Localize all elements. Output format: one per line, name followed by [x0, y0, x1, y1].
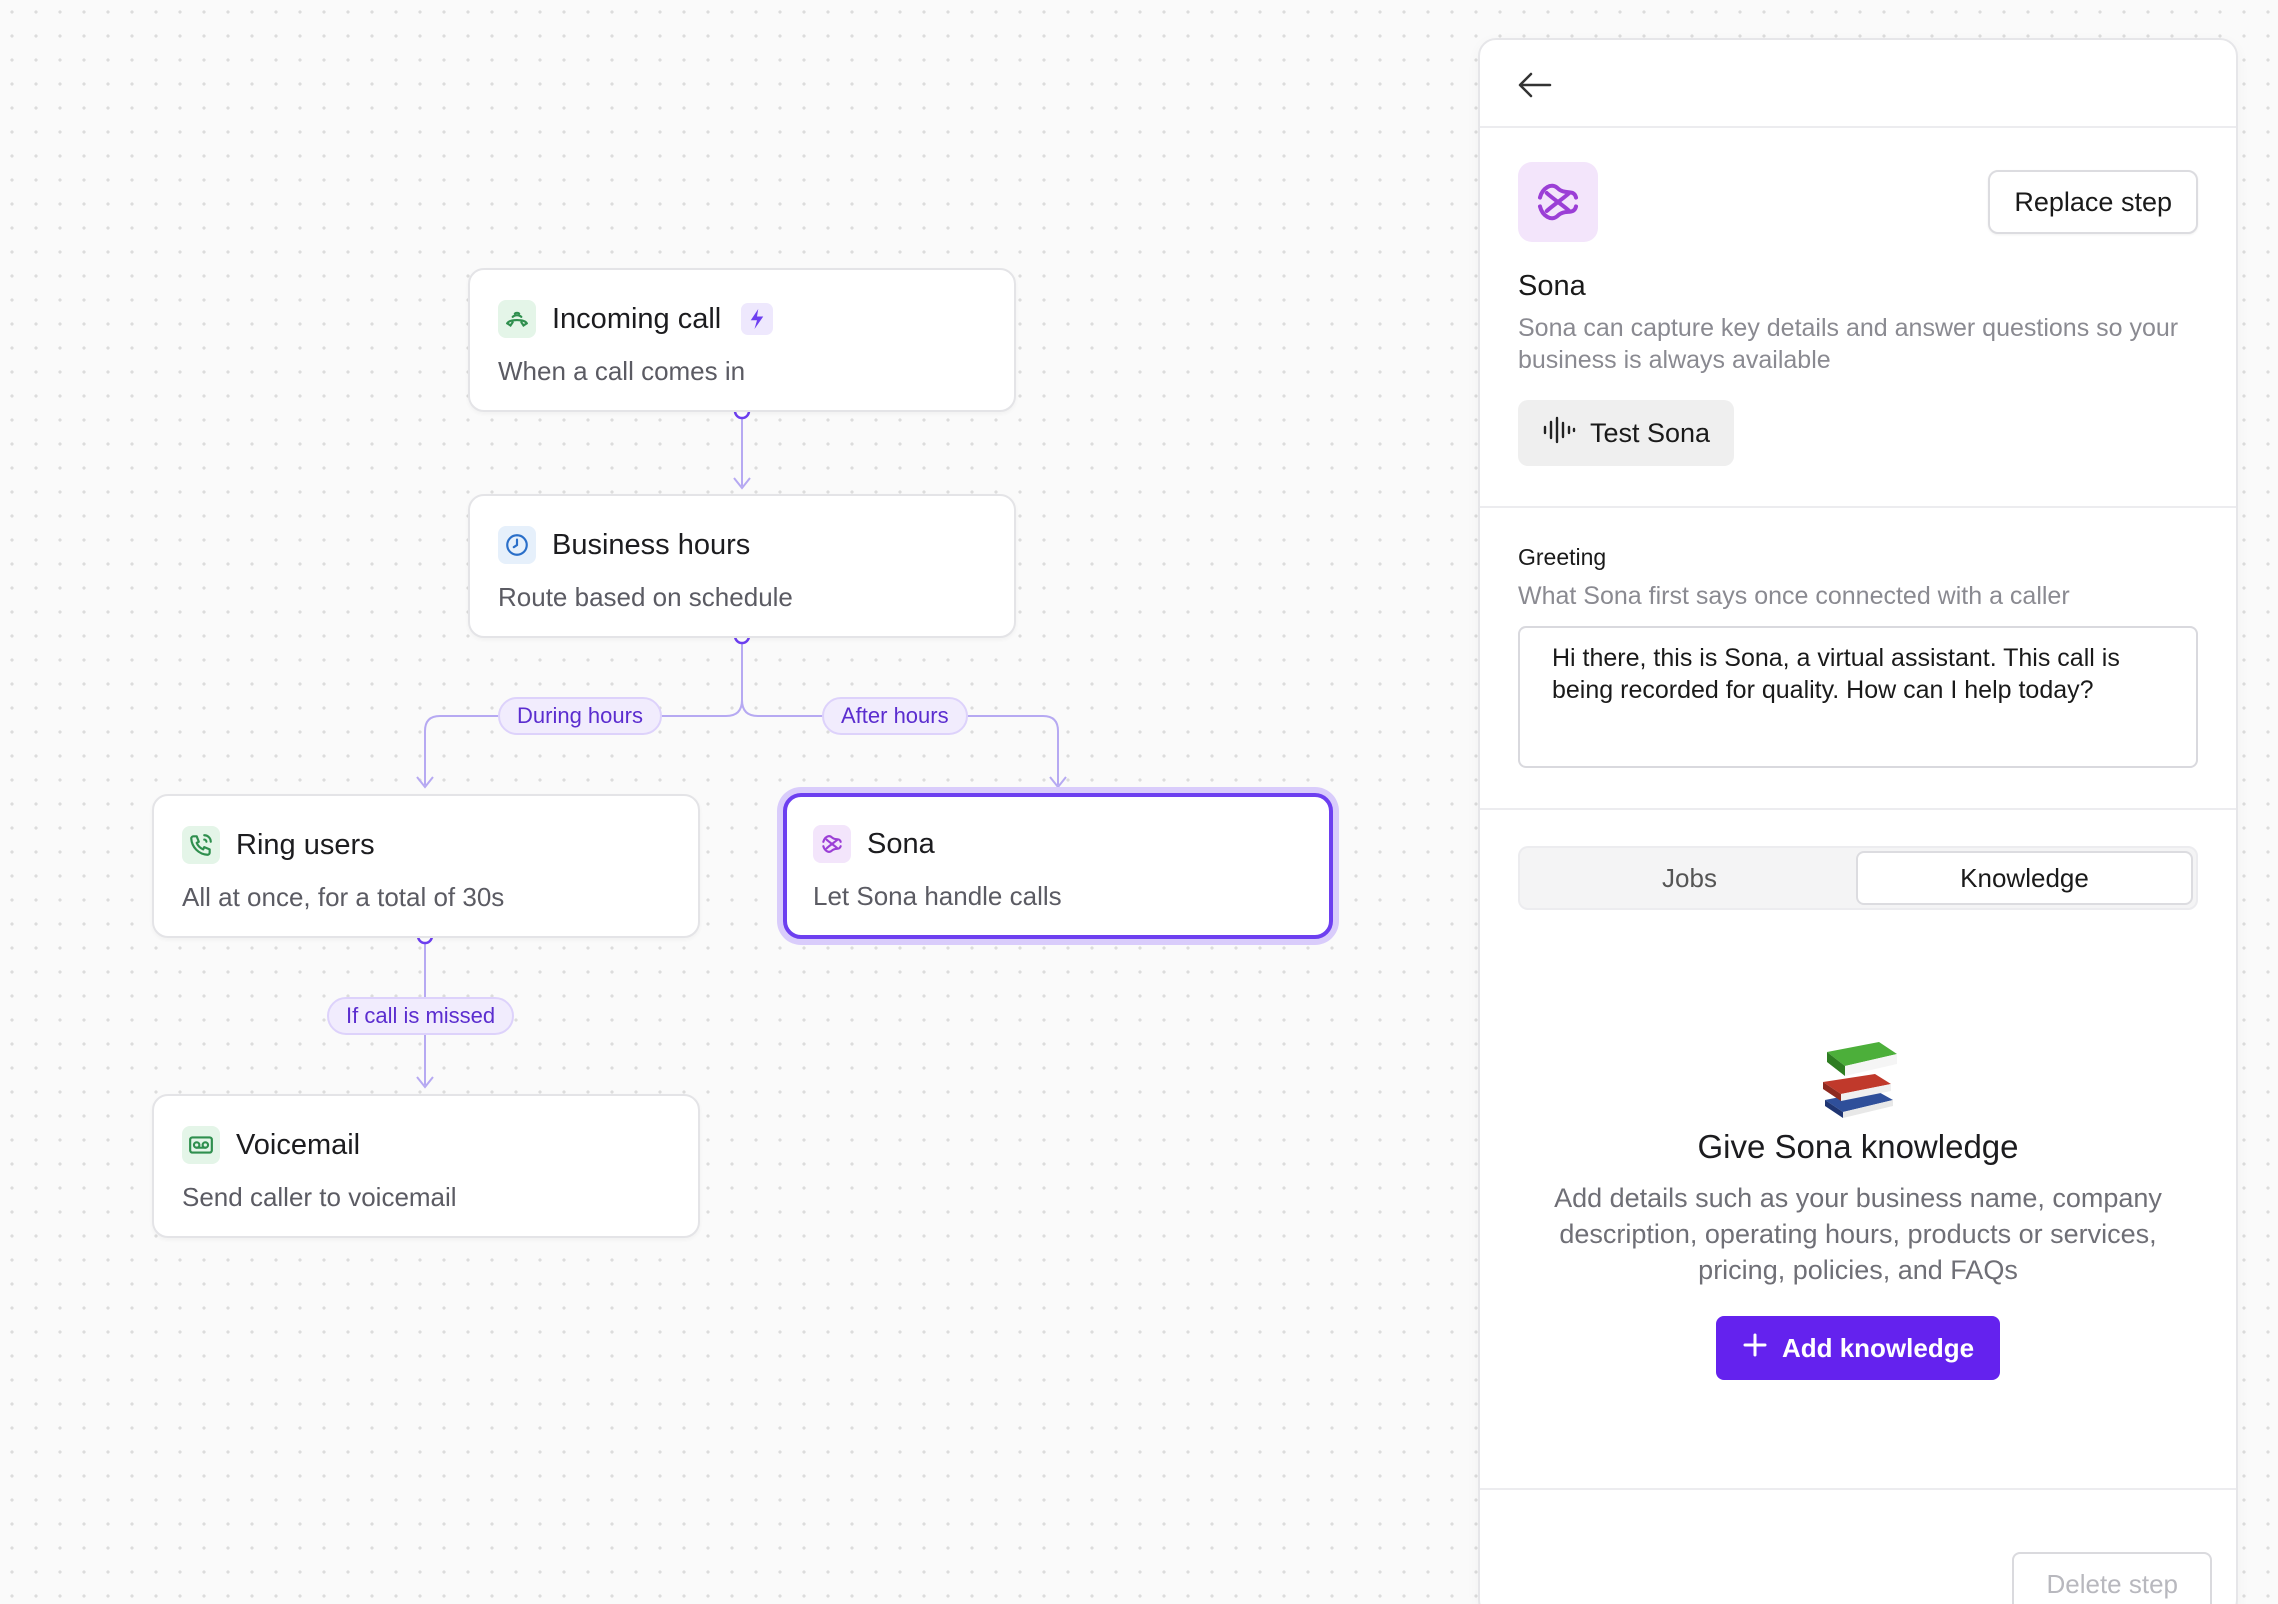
- waveform-icon: [1542, 416, 1576, 451]
- test-sona-button[interactable]: Test Sona: [1518, 400, 1735, 466]
- trigger-bolt-icon: [741, 303, 774, 335]
- node-subtitle: Let Sona handle calls: [813, 881, 1062, 911]
- edge-label-during-hours[interactable]: During hours: [498, 697, 662, 735]
- phone-incoming-icon: [498, 300, 536, 338]
- panel-header: [1480, 40, 2236, 128]
- phone-ringing-icon: [182, 826, 220, 864]
- knowledge-empty-state: Give Sona knowledge Add details such as …: [1518, 1030, 2198, 1380]
- node-business-hours[interactable]: Business hours Route based on schedule: [468, 494, 1016, 638]
- jobs-knowledge-section: Jobs Knowledge Give Sona knowledge Add d…: [1480, 810, 2236, 1490]
- step-summary-section: Replace step Sona Sona can capture key d…: [1480, 128, 2236, 508]
- greeting-section: Greeting What Sona first says once conne…: [1480, 508, 2236, 810]
- sona-logo-icon: [1518, 162, 1598, 242]
- step-name: Sona: [1518, 270, 1586, 302]
- node-title: Ring users: [236, 828, 375, 861]
- back-arrow-icon[interactable]: [1516, 66, 1554, 104]
- books-icon: [1813, 1030, 1903, 1120]
- node-subtitle: Send caller to voicemail: [182, 1182, 457, 1212]
- flow-canvas[interactable]: Incoming call When a call comes in Busin…: [0, 0, 1480, 1604]
- node-incoming-call[interactable]: Incoming call When a call comes in: [468, 268, 1016, 412]
- step-details-panel: Replace step Sona Sona can capture key d…: [1478, 38, 2238, 1604]
- greeting-textarea[interactable]: Hi there, this is Sona, a virtual assist…: [1518, 626, 2198, 768]
- tab-jobs[interactable]: Jobs: [1523, 851, 1856, 905]
- tab-knowledge[interactable]: Knowledge: [1856, 851, 2193, 905]
- step-description: Sona can capture key details and answer …: [1518, 314, 2179, 374]
- replace-step-button[interactable]: Replace step: [1988, 170, 2198, 234]
- node-title: Sona: [867, 827, 935, 860]
- plus-icon: [1742, 1332, 1768, 1365]
- clock-icon: [498, 526, 536, 564]
- delete-step-button[interactable]: Delete step: [2012, 1552, 2212, 1604]
- panel-footer: Delete step: [1480, 1524, 2236, 1604]
- sona-logo-icon: [813, 825, 851, 863]
- node-title: Voicemail: [236, 1128, 361, 1161]
- edge-label-after-hours[interactable]: After hours: [822, 697, 968, 735]
- node-sona[interactable]: Sona Let Sona handle calls: [783, 793, 1333, 939]
- empty-state-title: Give Sona knowledge: [1697, 1128, 2019, 1165]
- add-knowledge-button[interactable]: Add knowledge: [1715, 1316, 2001, 1380]
- node-subtitle: When a call comes in: [498, 356, 746, 386]
- node-title: Incoming call: [552, 302, 722, 335]
- tab-bar: Jobs Knowledge: [1518, 846, 2198, 910]
- node-voicemail[interactable]: Voicemail Send caller to voicemail: [152, 1094, 700, 1238]
- empty-state-description: Add details such as your business name, …: [1554, 1183, 2162, 1285]
- node-subtitle: All at once, for a total of 30s: [182, 882, 505, 912]
- node-ring-users[interactable]: Ring users All at once, for a total of 3…: [152, 794, 700, 938]
- greeting-label: Greeting: [1518, 544, 1607, 570]
- node-subtitle: Route based on schedule: [498, 582, 793, 612]
- test-sona-label: Test Sona: [1590, 417, 1711, 448]
- edge-label-if-call-missed[interactable]: If call is missed: [327, 997, 515, 1035]
- node-title: Business hours: [552, 528, 751, 561]
- add-knowledge-label: Add knowledge: [1781, 1332, 1975, 1363]
- greeting-help-text: What Sona first says once connected with…: [1518, 582, 2070, 610]
- voicemail-icon: [182, 1126, 220, 1164]
